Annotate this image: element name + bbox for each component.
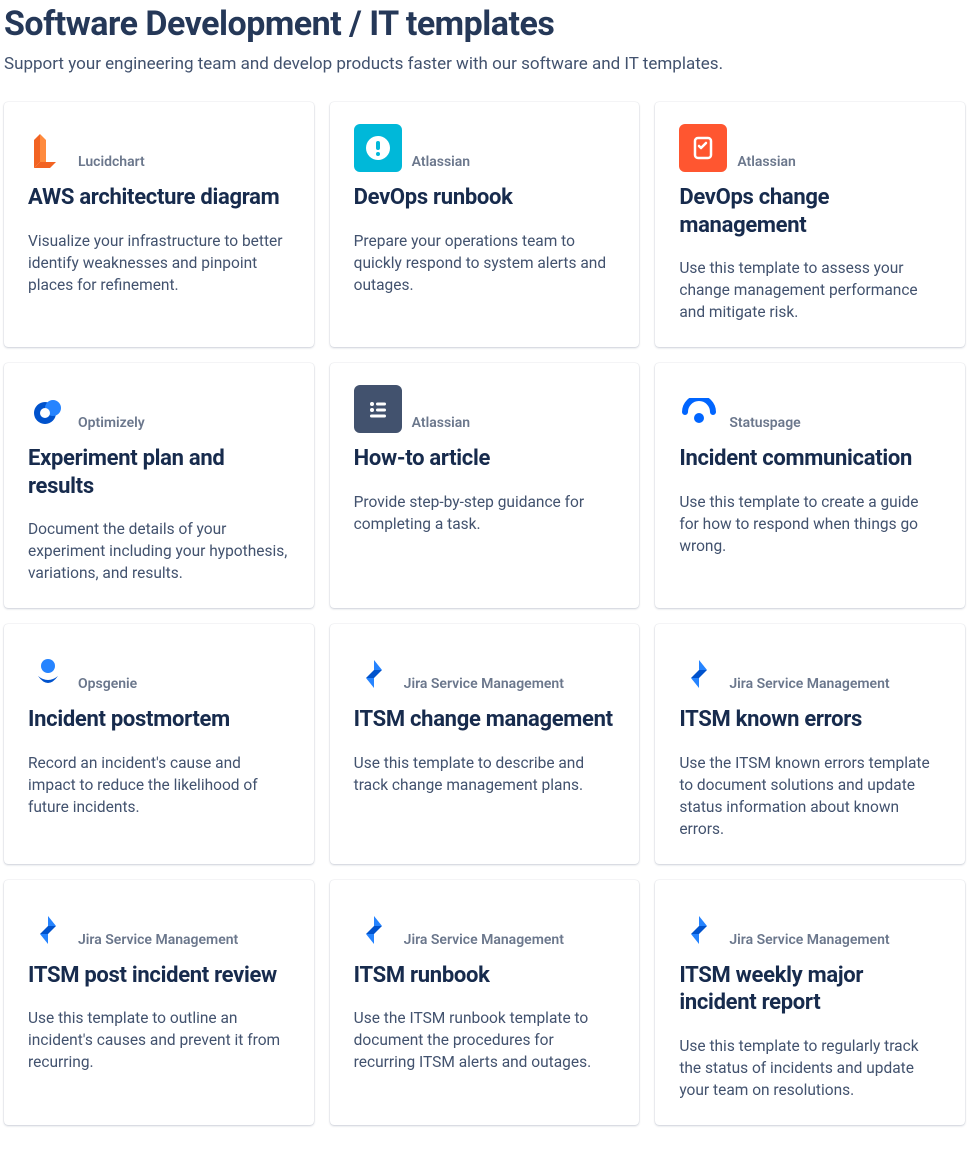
vendor-label: Jira Service Management	[404, 932, 564, 950]
card-header: Atlassian	[354, 124, 616, 172]
template-card[interactable]: Jira Service Management ITSM known error…	[655, 624, 965, 864]
card-title: AWS architecture diagram	[28, 184, 290, 212]
template-card[interactable]: Jira Service Management ITSM runbook Use…	[330, 880, 640, 1125]
list-icon	[354, 385, 402, 433]
card-description: Provide step-by-step guidance for comple…	[354, 491, 616, 535]
card-header: Jira Service Management	[679, 646, 941, 694]
card-header: Lucidchart	[28, 124, 290, 172]
card-header: Atlassian	[679, 124, 941, 172]
card-header: Jira Service Management	[354, 902, 616, 950]
card-header: Statuspage	[679, 385, 941, 433]
vendor-label: Optimizely	[78, 415, 145, 433]
card-description: Use this template to outline an incident…	[28, 1007, 290, 1073]
page-subtitle: Support your engineering team and develo…	[4, 54, 965, 74]
card-title: ITSM weekly major incident report	[679, 962, 941, 1017]
card-header: Optimizely	[28, 385, 290, 433]
template-card[interactable]: Statuspage Incident communication Use th…	[655, 363, 965, 608]
card-title: ITSM change management	[354, 706, 616, 734]
card-header: Jira Service Management	[679, 902, 941, 950]
card-title: ITSM runbook	[354, 962, 616, 990]
template-card[interactable]: Opsgenie Incident postmortem Record an i…	[4, 624, 314, 864]
vendor-label: Atlassian	[412, 415, 470, 433]
card-description: Prepare your operations team to quickly …	[354, 230, 616, 296]
jsm-icon	[679, 654, 719, 694]
card-description: Visualize your infrastructure to better …	[28, 230, 290, 296]
lucidchart-icon	[28, 132, 68, 172]
vendor-label: Lucidchart	[78, 154, 145, 172]
card-header: Atlassian	[354, 385, 616, 433]
jsm-icon	[679, 910, 719, 950]
template-card[interactable]: Atlassian How-to article Provide step-by…	[330, 363, 640, 608]
template-card[interactable]: Jira Service Management ITSM change mana…	[330, 624, 640, 864]
template-card[interactable]: Jira Service Management ITSM weekly majo…	[655, 880, 965, 1125]
card-description: Use the ITSM runbook template to documen…	[354, 1007, 616, 1073]
card-title: Incident postmortem	[28, 706, 290, 734]
vendor-label: Statuspage	[729, 415, 800, 433]
vendor-label: Opsgenie	[78, 676, 137, 694]
card-description: Use this template to create a guide for …	[679, 491, 941, 557]
alert-icon	[354, 124, 402, 172]
template-card[interactable]: Lucidchart AWS architecture diagram Visu…	[4, 102, 314, 347]
card-description: Use this template to regularly track the…	[679, 1035, 941, 1101]
vendor-label: Atlassian	[412, 154, 470, 172]
card-title: Experiment plan and results	[28, 445, 290, 500]
card-title: How-to article	[354, 445, 616, 473]
checklist-icon	[679, 124, 727, 172]
card-description: Use this template to describe and track …	[354, 752, 616, 796]
opsgenie-icon	[28, 654, 68, 694]
jsm-icon	[354, 910, 394, 950]
card-title: DevOps runbook	[354, 184, 616, 212]
templates-grid: Lucidchart AWS architecture diagram Visu…	[4, 102, 965, 1125]
optimizely-icon	[28, 393, 68, 433]
vendor-label: Jira Service Management	[729, 932, 889, 950]
template-card[interactable]: Jira Service Management ITSM post incide…	[4, 880, 314, 1125]
card-title: ITSM post incident review	[28, 962, 290, 990]
template-card[interactable]: Optimizely Experiment plan and results D…	[4, 363, 314, 608]
card-header: Opsgenie	[28, 646, 290, 694]
page-title: Software Development / IT templates	[4, 4, 965, 44]
template-card[interactable]: Atlassian DevOps runbook Prepare your op…	[330, 102, 640, 347]
card-header: Jira Service Management	[354, 646, 616, 694]
card-title: ITSM known errors	[679, 706, 941, 734]
card-header: Jira Service Management	[28, 902, 290, 950]
vendor-label: Jira Service Management	[729, 676, 889, 694]
card-description: Use this template to assess your change …	[679, 257, 941, 323]
statuspage-icon	[679, 393, 719, 433]
jsm-icon	[28, 910, 68, 950]
card-description: Record an incident's cause and impact to…	[28, 752, 290, 818]
vendor-label: Jira Service Management	[404, 676, 564, 694]
card-title: Incident communication	[679, 445, 941, 473]
card-description: Document the details of your experiment …	[28, 518, 290, 584]
card-title: DevOps change management	[679, 184, 941, 239]
jsm-icon	[354, 654, 394, 694]
vendor-label: Jira Service Management	[78, 932, 238, 950]
template-card[interactable]: Atlassian DevOps change management Use t…	[655, 102, 965, 347]
vendor-label: Atlassian	[737, 154, 795, 172]
card-description: Use the ITSM known errors template to do…	[679, 752, 941, 840]
